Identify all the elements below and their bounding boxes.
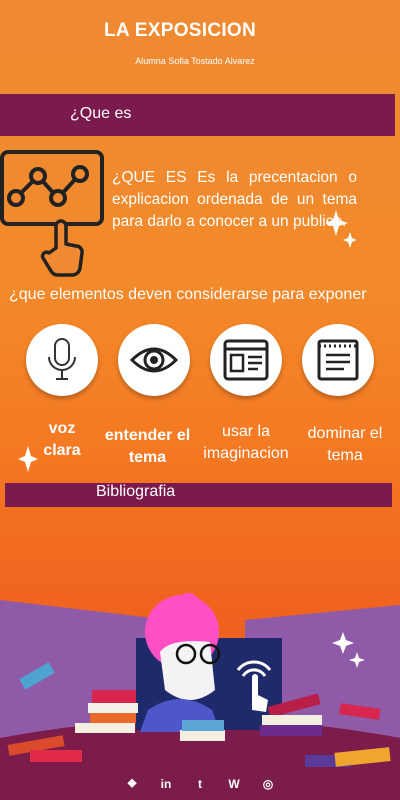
elements-question: ¿que elementos deven considerarse para e… bbox=[9, 286, 367, 303]
definition-text: ¿QUE ES Es la precentacion o explicacion… bbox=[112, 169, 357, 230]
section-banner-label: ¿Que es bbox=[70, 105, 132, 122]
line-chart-icon bbox=[0, 150, 104, 226]
tumblr-icon[interactable]: t bbox=[193, 777, 207, 792]
element-label-dominar-el-tema: dominar el tema bbox=[307, 425, 383, 464]
browser-window-icon bbox=[223, 339, 269, 381]
books-reader-illustration bbox=[0, 593, 400, 800]
pointing-hand-icon bbox=[40, 219, 84, 277]
microphone-icon bbox=[48, 338, 76, 380]
section-banner-que-es[interactable]: ¿Que es bbox=[0, 94, 395, 136]
eye-card[interactable] bbox=[118, 324, 190, 396]
wordpress-icon[interactable]: W bbox=[227, 777, 241, 792]
dropbox-icon[interactable]: ⯁ bbox=[125, 777, 139, 792]
notepad-icon bbox=[317, 339, 359, 381]
element-label-usar-la-imaginacion: usar la imaginacion bbox=[203, 423, 289, 462]
microphone-card[interactable] bbox=[26, 324, 98, 396]
author-subtitle: Alumna Sofia Tostado Alvarez bbox=[135, 56, 255, 66]
eye-icon bbox=[129, 347, 179, 373]
element-label-entender-el-tema: entender el tema bbox=[104, 427, 191, 466]
instagram-icon[interactable]: ◎ bbox=[261, 777, 275, 792]
linkedin-icon[interactable]: in bbox=[159, 777, 173, 792]
notepad-card[interactable] bbox=[302, 324, 374, 396]
section-banner-label: Bibliografia bbox=[96, 483, 176, 500]
social-links: ⯁ in t W ◎ bbox=[0, 777, 400, 792]
browser-window-card[interactable] bbox=[210, 324, 282, 396]
sparkle-icon bbox=[326, 210, 356, 248]
page-title: LA EXPOSICION bbox=[103, 20, 257, 41]
section-banner-bibliografia[interactable]: Bibliografia bbox=[5, 483, 392, 507]
element-label-voz-clara: voz clara bbox=[43, 420, 81, 459]
